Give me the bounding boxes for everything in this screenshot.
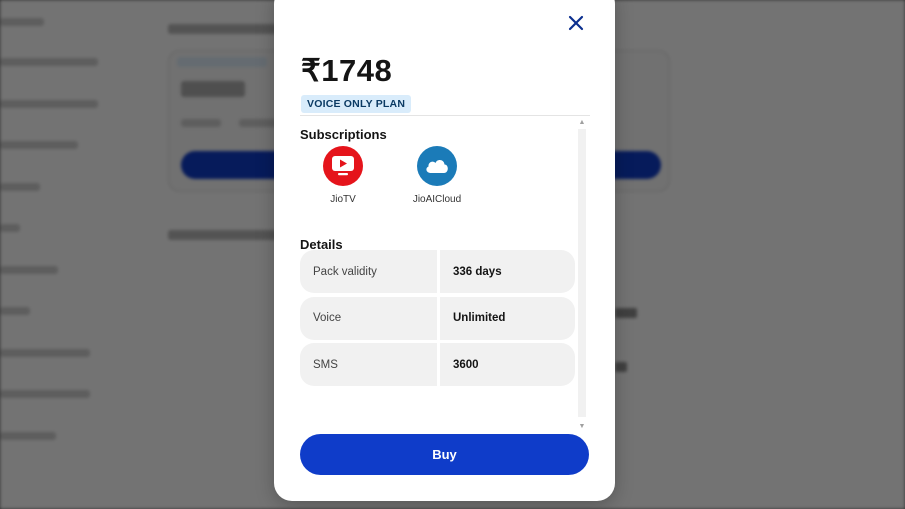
subscription-label: JioAICloud — [412, 194, 462, 205]
scroll-up-arrow-icon[interactable]: ▲ — [578, 117, 586, 127]
details-value: Unlimited — [440, 296, 575, 340]
subscription-jiotv[interactable]: JioTV — [303, 146, 383, 205]
close-button[interactable] — [565, 12, 587, 34]
subscription-jioaicloud[interactable]: JioAICloud — [397, 146, 477, 205]
plan-type-badge: VOICE ONLY PLAN — [301, 95, 412, 113]
subscriptions-title: Subscriptions — [300, 127, 387, 142]
details-table: Pack validity 336 days Voice Unlimited S… — [300, 250, 575, 390]
scroll-down-arrow-icon[interactable]: ▼ — [578, 421, 586, 431]
scrollbar[interactable]: ▲ ▼ — [576, 115, 588, 433]
details-row-sms: SMS 3600 — [300, 343, 575, 386]
details-value: 336 days — [440, 250, 575, 293]
details-row-validity: Pack validity 336 days — [300, 250, 575, 293]
details-row-voice: Voice Unlimited — [300, 296, 575, 340]
plan-details-scroll-area[interactable]: Subscriptions JioTV JioAICloud Details P… — [300, 115, 588, 431]
plan-price: ₹1748 — [301, 53, 393, 88]
jioaicloud-icon — [417, 146, 457, 186]
jiotv-icon — [323, 146, 363, 186]
subscription-label: JioTV — [330, 194, 356, 205]
details-label: Voice — [300, 296, 437, 340]
scrollbar-thumb[interactable] — [578, 129, 586, 417]
close-icon — [568, 15, 584, 31]
details-label: SMS — [300, 343, 437, 386]
buy-button[interactable]: Buy — [300, 434, 589, 475]
plan-details-modal: ₹1748 VOICE ONLY PLAN Subscriptions JioT… — [274, 0, 615, 501]
details-value: 3600 — [440, 343, 575, 386]
details-label: Pack validity — [300, 250, 437, 293]
